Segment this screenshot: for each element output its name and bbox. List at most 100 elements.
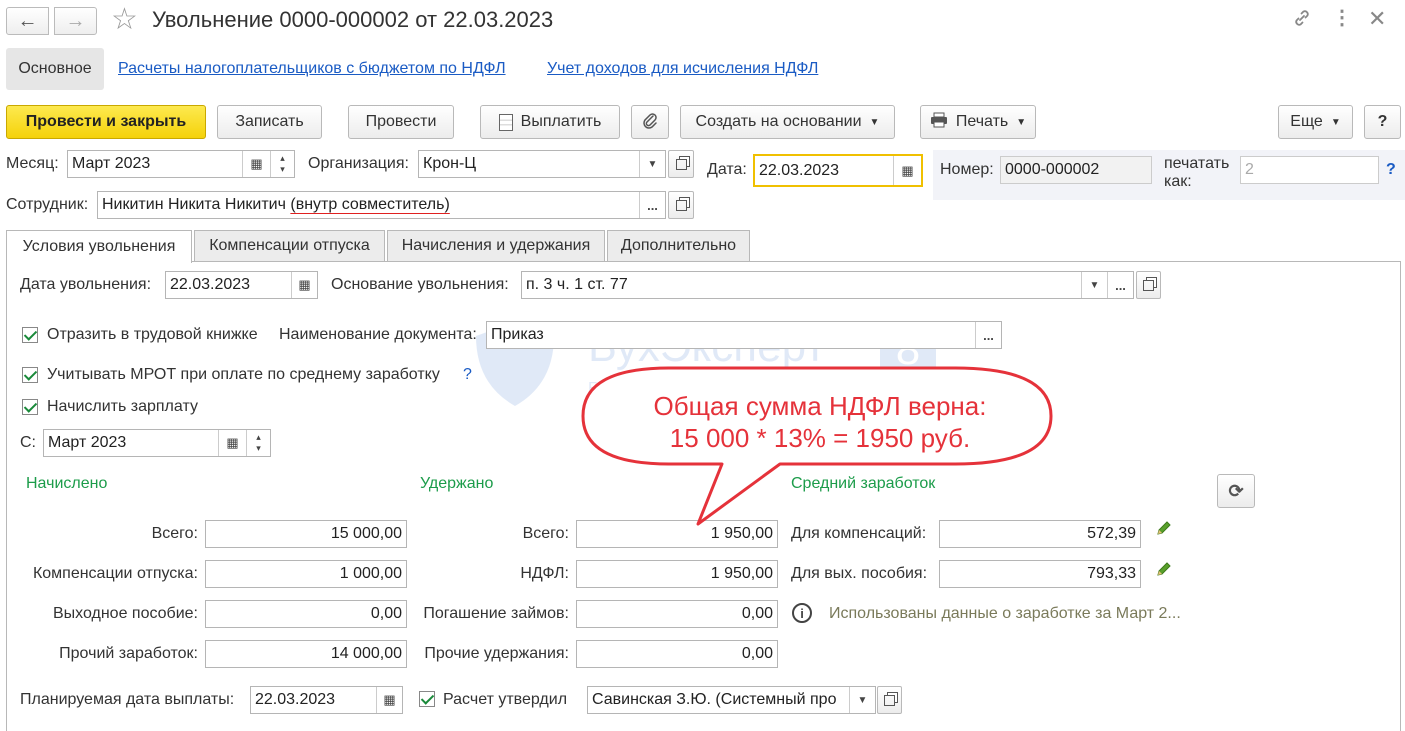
refresh-icon: ⟳ (1228, 480, 1244, 501)
month-stepper[interactable]: ▴ ▾ (246, 430, 270, 456)
forward-button[interactable]: → (54, 7, 97, 35)
nav-link-ndfl-budget[interactable]: Расчеты налогоплательщиков с бюджетом по… (118, 60, 506, 78)
back-button[interactable]: ← (6, 7, 49, 35)
nav-link-ndfl-income[interactable]: Учет доходов для исчисления НДФЛ (547, 60, 818, 78)
callout-line-2: 15 000 * 13% = 1950 руб. (669, 423, 971, 453)
print-as-field[interactable]: 2 (1240, 156, 1379, 184)
accrued-vacation-field[interactable]: 1 000,00 (205, 560, 407, 588)
pay-button[interactable]: Выплатить (480, 105, 620, 139)
open-window-icon (675, 158, 687, 170)
from-month-field[interactable]: Март 2023 ▦ ▴ ▾ (43, 429, 271, 457)
accrued-severance-label: Выходное пособие: (52, 605, 198, 622)
post-button[interactable]: Провести (348, 105, 454, 139)
save-button[interactable]: Записать (217, 105, 322, 139)
more-vertical-icon[interactable]: ⋮ (1332, 4, 1352, 32)
doc-name-field[interactable]: Приказ ... (486, 321, 1002, 349)
favorite-star-icon[interactable]: ☆ (111, 3, 138, 37)
link-icon[interactable] (1292, 8, 1312, 28)
month-field[interactable]: Март 2023 ▦ ▴ ▾ (67, 150, 295, 178)
accrued-severance-field[interactable]: 0,00 (205, 600, 407, 628)
dropdown-arrow-icon[interactable]: ▼ (1081, 272, 1107, 298)
select-ellipsis-button[interactable]: ... (639, 192, 665, 218)
open-window-icon (1143, 279, 1154, 291)
dropdown-arrow-icon: ▼ (1330, 116, 1341, 128)
withheld-other-field[interactable]: 0,00 (576, 640, 778, 668)
withheld-section-title: Удержано (420, 475, 494, 492)
withheld-other-label: Прочие удержания: (424, 645, 569, 662)
employee-open-button[interactable] (668, 191, 694, 219)
number-label: Номер: (940, 161, 994, 178)
month-stepper[interactable]: ▴ ▾ (270, 151, 294, 177)
workbook-checkbox[interactable] (22, 327, 38, 343)
withheld-loans-label: Погашение займов: (423, 605, 569, 622)
month-label: Месяц: (6, 155, 59, 172)
mrot-label: Учитывать МРОТ при оплате по среднему за… (47, 366, 440, 383)
help-button[interactable]: ? (1364, 105, 1401, 139)
withheld-ndfl-label: НДФЛ: (520, 565, 569, 582)
pay-date-field[interactable]: 22.03.2023 ▦ (250, 686, 403, 714)
close-icon[interactable]: ✕ (1368, 5, 1386, 33)
calendar-icon[interactable]: ▦ (242, 151, 270, 177)
dropdown-arrow-icon[interactable]: ▼ (639, 151, 665, 177)
approved-label: Расчет утвердил (443, 691, 568, 708)
tab-accruals-deductions[interactable]: Начисления и удержания (387, 230, 605, 261)
mrot-checkbox[interactable] (22, 367, 38, 383)
workbook-label: Отразить в трудовой книжке (47, 326, 258, 343)
select-ellipsis-button[interactable]: ... (975, 322, 1001, 348)
calendar-icon[interactable]: ▦ (218, 430, 246, 456)
withheld-ndfl-field[interactable]: 1 950,00 (576, 560, 778, 588)
dismissal-date-field[interactable]: 22.03.2023 ▦ (165, 271, 318, 299)
create-based-on-button[interactable]: Создать на основании ▼ (680, 105, 895, 139)
accrue-salary-checkbox[interactable] (22, 399, 38, 415)
organization-field[interactable]: Крон-Ц ▼ (418, 150, 666, 178)
nav-tab-main-label: Основное (18, 60, 92, 77)
pay-date-label: Планируемая дата выплаты: (20, 691, 235, 708)
dismissal-date-label: Дата увольнения: (20, 276, 152, 293)
dropdown-arrow-icon[interactable]: ▼ (849, 687, 875, 713)
date-field[interactable]: 22.03.2023 ▦ (753, 154, 923, 187)
select-ellipsis-button[interactable]: ... (1107, 272, 1133, 298)
arrow-left-icon: ← (17, 9, 38, 32)
organization-open-button[interactable] (668, 150, 694, 178)
number-field[interactable]: 0000-000002 (1000, 156, 1152, 184)
post-and-close-button[interactable]: Провести и закрыть (6, 105, 206, 139)
pencil-icon[interactable] (1155, 560, 1173, 578)
calendar-icon[interactable]: ▦ (376, 687, 402, 713)
reason-label: Основание увольнения: (331, 276, 509, 293)
pencil-icon[interactable] (1155, 519, 1173, 537)
help-icon[interactable]: ? (1386, 161, 1396, 179)
document-icon (498, 113, 513, 131)
accrued-vacation-label: Компенсации отпуска: (32, 565, 198, 582)
from-label: С: (20, 434, 36, 451)
approved-by-field[interactable]: Савинская З.Ю. (Системный про ▼ (587, 686, 876, 714)
help-icon[interactable]: ? (463, 366, 472, 384)
accrue-salary-label: Начислить зарплату (47, 398, 198, 415)
reason-field[interactable]: п. 3 ч. 1 ст. 77 ▼ ... (521, 271, 1134, 299)
approved-open-button[interactable] (877, 686, 902, 714)
calendar-icon[interactable]: ▦ (291, 272, 317, 298)
refresh-button[interactable]: ⟳ (1217, 474, 1255, 508)
dropdown-arrow-icon: ▼ (1016, 116, 1027, 128)
open-window-icon (675, 199, 687, 211)
tab-dismissal-conditions[interactable]: Условия увольнения (6, 230, 192, 263)
more-button[interactable]: Еще ▼ (1278, 105, 1353, 139)
employee-note: (внутр совместитель) (290, 196, 450, 213)
approved-checkbox[interactable] (419, 691, 435, 707)
print-button[interactable]: Печать ▼ (920, 105, 1036, 139)
tab-additional[interactable]: Дополнительно (607, 230, 750, 261)
average-info-text[interactable]: Использованы данные о заработке за Март … (829, 605, 1181, 623)
avg-severance-field[interactable]: 793,33 (939, 560, 1141, 588)
attach-button[interactable] (631, 105, 669, 139)
employee-label: Сотрудник: (6, 196, 89, 213)
withheld-loans-field[interactable]: 0,00 (576, 600, 778, 628)
calendar-icon[interactable]: ▦ (893, 156, 921, 185)
info-icon: i (792, 603, 812, 623)
reason-open-button[interactable] (1136, 271, 1161, 299)
accrued-other-field[interactable]: 14 000,00 (205, 640, 407, 668)
accrued-total-field[interactable]: 15 000,00 (205, 520, 407, 548)
employee-field[interactable]: Никитин Никита Никитич (внутр совместите… (97, 191, 666, 219)
printer-icon (930, 112, 948, 133)
date-label: Дата: (707, 161, 747, 178)
nav-tab-main[interactable]: Основное (6, 48, 104, 90)
tab-vacation-compensation[interactable]: Компенсации отпуска (194, 230, 385, 261)
